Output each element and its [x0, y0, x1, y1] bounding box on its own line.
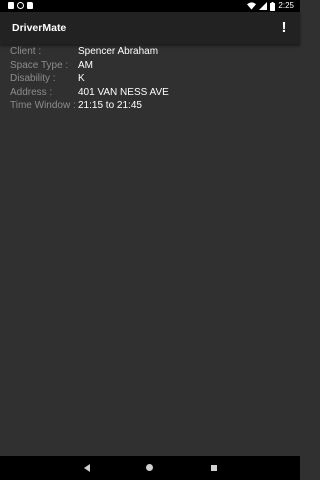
detail-row-disability: Disability : K [10, 72, 290, 86]
signal-icon [259, 2, 268, 10]
battery-icon [270, 1, 276, 11]
wifi-icon [247, 2, 257, 10]
space-type-label: Space Type : [10, 59, 69, 71]
disability-label: Disability : [10, 73, 56, 85]
detail-row-address: Address : 401 VAN NESS AVE [10, 86, 290, 100]
home-icon[interactable] [146, 464, 153, 471]
sd-card-icon [27, 2, 33, 9]
space-type-value: AM [78, 59, 93, 71]
time-window-label: Time Window : [10, 100, 76, 112]
exclamation-icon: ! [281, 19, 287, 36]
app-title: DriverMate [12, 22, 67, 34]
sync-icon [17, 2, 24, 9]
status-time: 2:25 [278, 1, 294, 10]
detail-row-space-type: Space Type : AM [10, 59, 290, 73]
address-value: 401 VAN NESS AVE [78, 86, 169, 98]
overflow-menu-button[interactable]: ! [276, 18, 292, 38]
back-icon[interactable] [84, 464, 90, 472]
trip-details: Client : Spencer Abraham Space Type : AM… [10, 45, 290, 113]
notification-icon [8, 2, 14, 9]
app-bar: DriverMate ! [0, 12, 300, 44]
detail-row-time-window: Time Window : 21:15 to 21:45 [10, 99, 290, 113]
client-label: Client : [10, 46, 42, 58]
recent-apps-icon[interactable] [211, 465, 217, 471]
status-right-icons: 2:25 [247, 1, 294, 11]
disability-value: K [78, 73, 85, 85]
address-label: Address : [10, 86, 53, 98]
client-value: Spencer Abraham [78, 46, 159, 58]
time-window-value: 21:15 to 21:45 [78, 100, 142, 112]
status-left-icons [8, 2, 33, 9]
navigation-bar [0, 456, 300, 480]
status-bar: 2:25 [0, 0, 300, 12]
detail-row-client: Client : Spencer Abraham [10, 45, 290, 59]
